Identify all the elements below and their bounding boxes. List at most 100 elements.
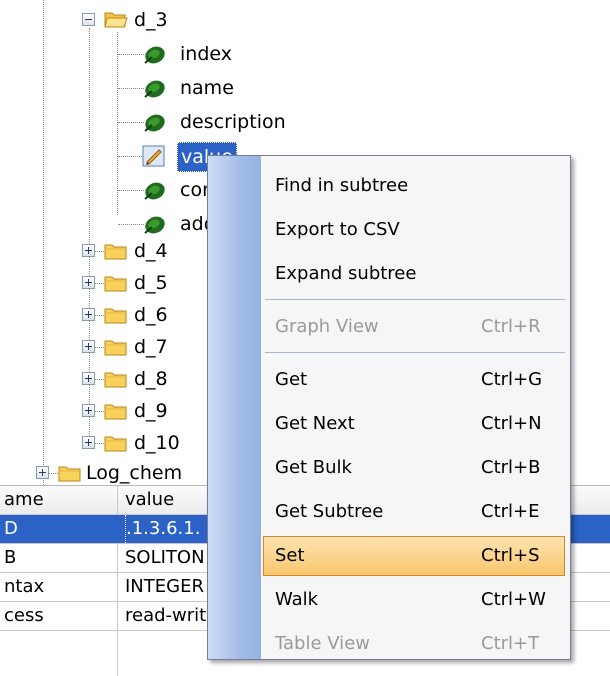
tree-node-label: d_7 (134, 336, 168, 358)
tree-guide-line (95, 411, 104, 412)
expand-icon[interactable] (82, 436, 95, 449)
menu-item-shortcut: Ctrl+B (481, 457, 541, 478)
menu-item-label: Find in subtree (275, 175, 409, 196)
tree-node-label: d_3 (134, 9, 168, 31)
expand-icon[interactable] (82, 276, 95, 289)
menu-item-label: Get (275, 369, 308, 390)
menu-item-table-view: Table View Ctrl+T (208, 622, 570, 665)
menu-item-label: Table View (275, 633, 370, 654)
folder-icon (104, 244, 127, 260)
tree-node-label: description (180, 111, 286, 133)
tree-guide-line (49, 473, 58, 474)
menu-item-label: Graph View (275, 316, 379, 337)
leaf-icon (144, 80, 165, 98)
folder-icon (104, 276, 127, 292)
tree-guide-line (118, 54, 144, 55)
pencil-icon (142, 145, 165, 167)
leaf-icon (144, 216, 165, 234)
menu-item-get[interactable]: Get Ctrl+G (208, 358, 570, 401)
menu-item-label: Get Bulk (275, 457, 352, 478)
menu-item-label: Get Next (275, 413, 355, 434)
tree-node-label: index (180, 43, 232, 65)
folder-icon (104, 372, 127, 388)
menu-item-shortcut: Ctrl+N (481, 413, 542, 434)
menu-item-set[interactable]: Set Ctrl+S (263, 536, 565, 576)
tree-node-leaf[interactable]: index (118, 40, 318, 68)
menu-item-export-to-csv[interactable]: Export to CSV (208, 208, 570, 251)
property-name-cell: B (4, 547, 17, 568)
tree-guide-line (95, 283, 104, 284)
menu-item-shortcut: Ctrl+E (481, 501, 540, 522)
tree-node-label: d_4 (134, 240, 168, 262)
menu-item-shortcut: Ctrl+S (481, 545, 540, 566)
menu-item-walk[interactable]: Walk Ctrl+W (208, 578, 570, 621)
tree-node-leaf[interactable]: name (118, 74, 318, 102)
menu-item-label: Walk (275, 589, 319, 610)
tree-node-folder[interactable]: d_4 (82, 237, 212, 265)
tree-node-label: d_10 (134, 432, 180, 454)
menu-item-shortcut: Ctrl+W (481, 589, 546, 610)
tree-node-folder[interactable]: Log_chem (36, 459, 216, 485)
tree-node-d3[interactable]: d_3 (82, 6, 282, 34)
property-name-cell: D (4, 518, 18, 539)
folder-open-icon (104, 12, 128, 28)
tree-guide-line (118, 224, 144, 225)
tree-guide-line (43, 0, 44, 485)
tree-guide-line (118, 156, 144, 157)
expand-icon[interactable] (82, 308, 95, 321)
menu-item-get-bulk[interactable]: Get Bulk Ctrl+B (208, 446, 570, 489)
property-name-cell: ntax (4, 576, 45, 597)
collapse-icon[interactable] (82, 13, 95, 26)
menu-separator (265, 299, 565, 303)
tree-node-folder[interactable]: d_10 (82, 429, 212, 457)
expand-icon[interactable] (82, 244, 95, 257)
tree-node-label: name (180, 77, 234, 99)
tree-node-label: d_8 (134, 368, 168, 390)
expand-icon[interactable] (82, 340, 95, 353)
folder-icon (58, 466, 81, 482)
menu-item-get-subtree[interactable]: Get Subtree Ctrl+E (208, 490, 570, 533)
menu-item-find-in-subtree[interactable]: Find in subtree (208, 164, 570, 207)
tree-guide-line (118, 88, 144, 89)
menu-item-expand-subtree[interactable]: Expand subtree (208, 252, 570, 295)
tree-node-folder[interactable]: d_5 (82, 269, 212, 297)
leaf-icon (144, 182, 165, 200)
expand-icon[interactable] (82, 372, 95, 385)
tree-guide-line (118, 190, 144, 191)
folder-icon (104, 436, 127, 452)
folder-icon (104, 404, 127, 420)
folder-icon (104, 308, 127, 324)
context-menu[interactable]: Find in subtree Export to CSV Expand subtr… (207, 155, 571, 660)
menu-item-shortcut: Ctrl+T (481, 633, 540, 654)
leaf-icon (144, 114, 165, 132)
menu-item-label: Export to CSV (275, 219, 400, 240)
tree-guide-line (95, 251, 104, 252)
tree-node-label: d_9 (134, 400, 168, 422)
menu-item-shortcut: Ctrl+G (481, 369, 543, 390)
tree-node-folder[interactable]: d_7 (82, 333, 212, 361)
expand-icon[interactable] (36, 466, 49, 479)
menu-item-get-next[interactable]: Get Next Ctrl+N (208, 402, 570, 445)
expand-icon[interactable] (82, 404, 95, 417)
tree-node-leaf[interactable]: description (118, 108, 318, 136)
tree-node-label: d_6 (134, 304, 168, 326)
folder-icon (104, 340, 127, 356)
menu-item-label: Expand subtree (275, 263, 417, 284)
tree-node-folder[interactable]: d_8 (82, 365, 212, 393)
tree-node-folder[interactable]: d_9 (82, 397, 212, 425)
tree-guide-line (95, 347, 104, 348)
tree-guide-line (95, 315, 104, 316)
tree-guide-line (118, 122, 144, 123)
tree-node-label: Log_chem (86, 462, 183, 484)
column-header-name[interactable]: ame (4, 486, 112, 514)
leaf-icon (144, 46, 165, 64)
tree-node-label: d_5 (134, 272, 168, 294)
menu-separator (265, 352, 565, 356)
menu-item-shortcut: Ctrl+R (481, 316, 541, 337)
tree-guide-line (95, 379, 104, 380)
property-name-cell: cess (4, 605, 44, 626)
menu-item-graph-view: Graph View Ctrl+R (208, 305, 570, 348)
menu-item-label: Get Subtree (275, 501, 384, 522)
menu-item-label: Set (275, 545, 305, 566)
tree-node-folder[interactable]: d_6 (82, 301, 212, 329)
